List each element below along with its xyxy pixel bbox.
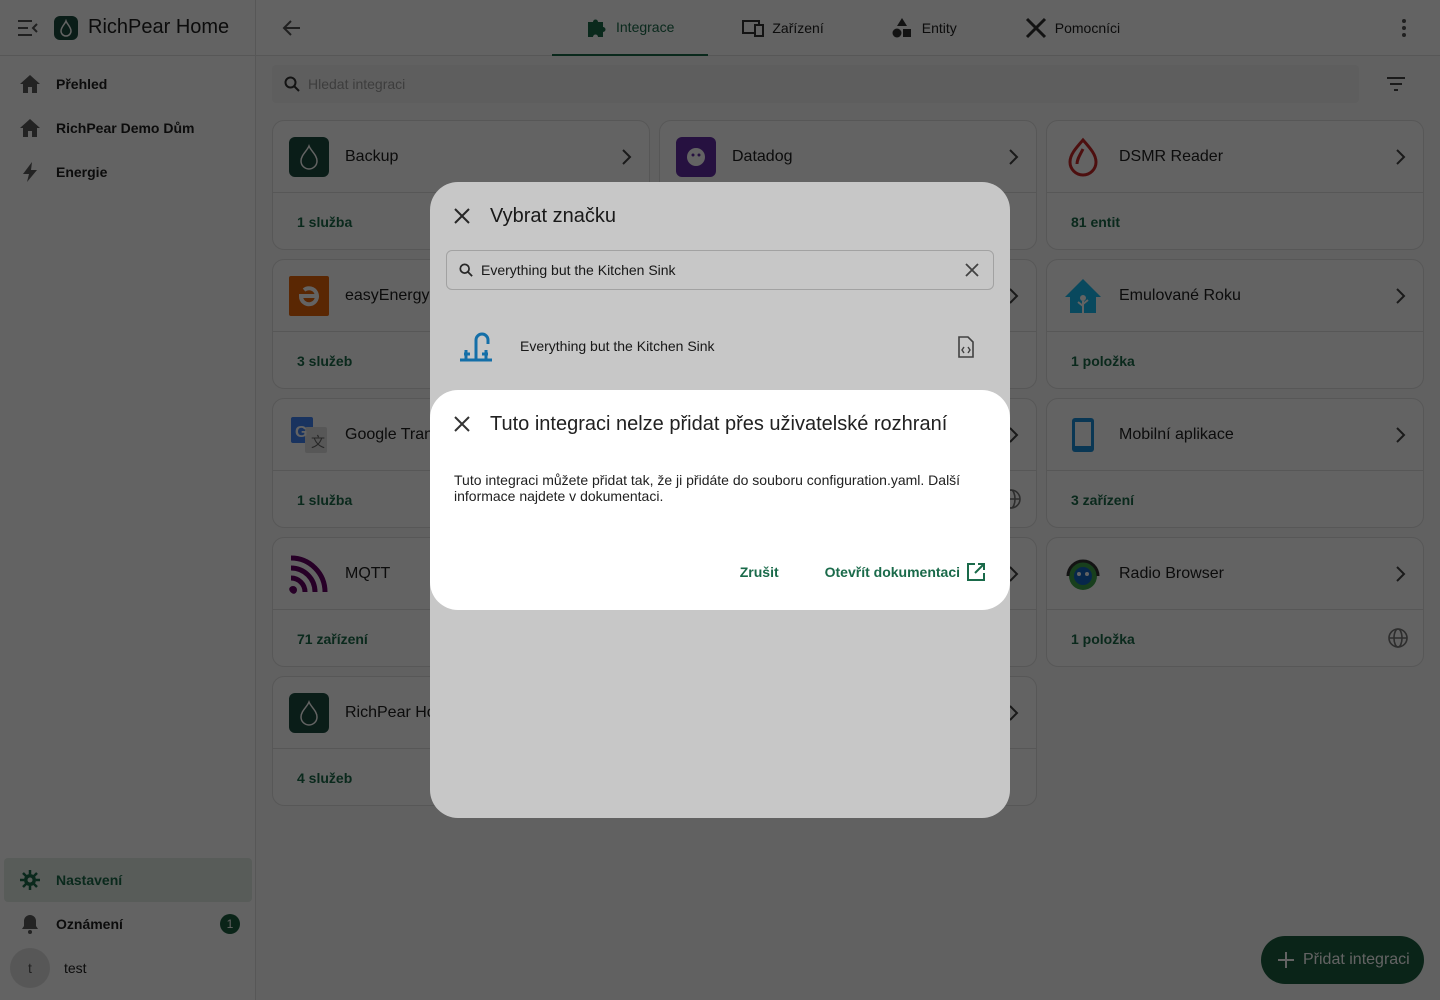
open-docs-label: Otevřít dokumentaci — [824, 564, 960, 580]
open-docs-button[interactable]: Otevřít dokumentaci — [825, 562, 986, 582]
cannot-add-dialog: Tuto integraci nelze přidat přes uživate… — [430, 390, 1010, 610]
dialog-body: Tuto integraci můžete přidat tak, že ji … — [454, 472, 961, 504]
dialog-title: Tuto integraci nelze přidat přes uživate… — [490, 412, 948, 435]
cancel-label: Zrušit — [739, 564, 779, 580]
open-in-new-icon — [967, 563, 985, 581]
cancel-button[interactable]: Zrušit — [740, 564, 779, 580]
close-icon[interactable] — [452, 414, 472, 434]
